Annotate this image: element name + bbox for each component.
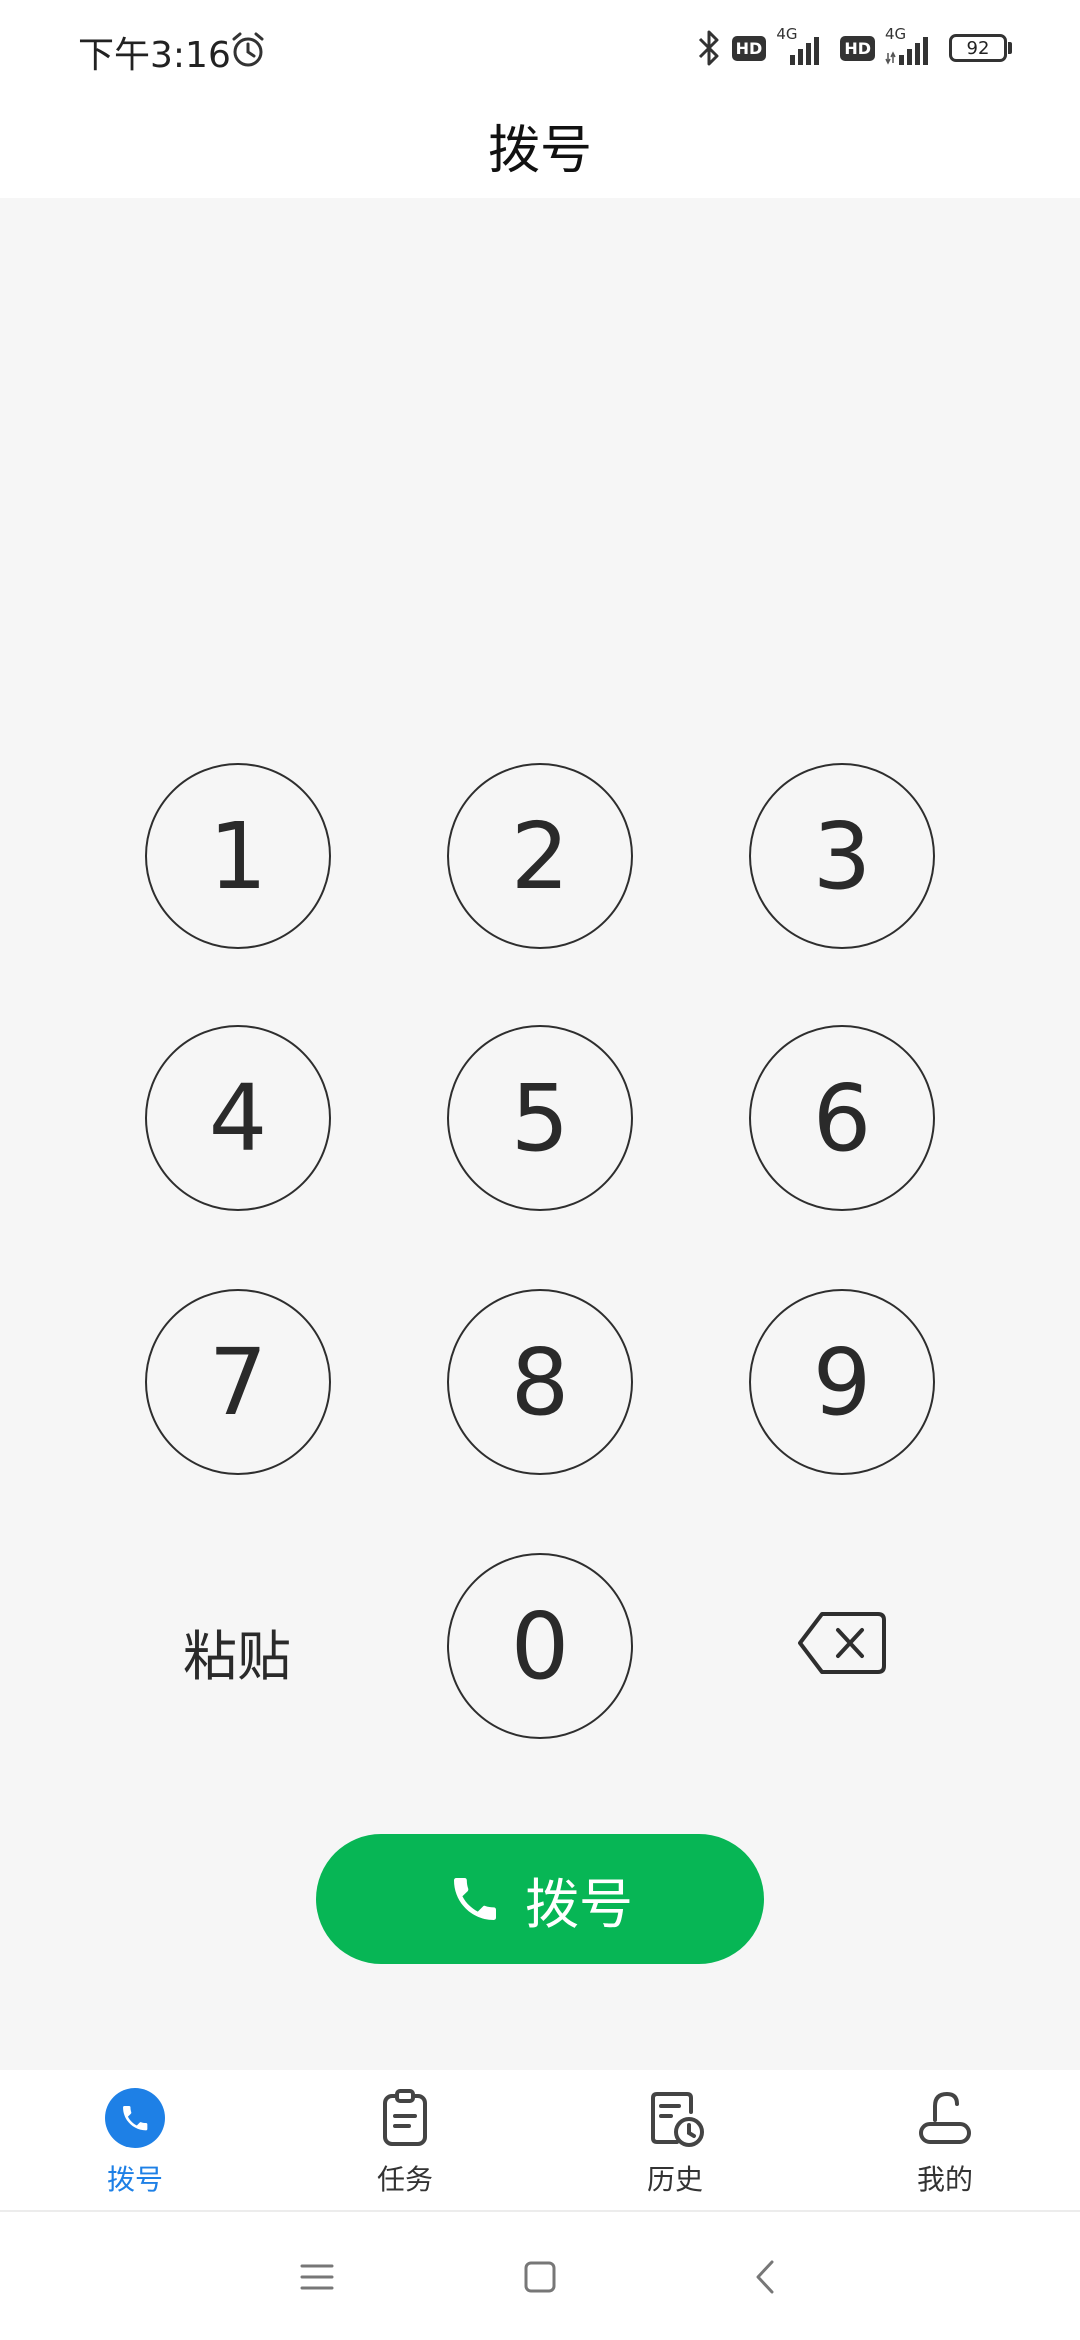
key-3[interactable]: 3 <box>749 763 935 949</box>
history-icon <box>651 2092 704 2147</box>
signal-icon-2: 4G <box>885 25 939 67</box>
home-icon[interactable] <box>515 2252 565 2302</box>
clipboard-icon <box>383 2089 427 2146</box>
key-7[interactable]: 7 <box>145 1289 331 1475</box>
signal-icon: 4G <box>776 25 830 67</box>
tab-tasks[interactable]: 任务 <box>325 2086 485 2198</box>
tab-dial-label: 拨号 <box>106 2163 163 2196</box>
key-1[interactable]: 1 <box>145 763 331 949</box>
status-right-group: HD 4G HD 4G 92 <box>696 25 1012 70</box>
tab-profile[interactable]: 我的 <box>865 2086 1025 2198</box>
bluetooth-icon <box>698 30 719 66</box>
battery-level: 92 <box>966 37 990 59</box>
call-button-label: 拨号 <box>525 1872 633 1936</box>
key-6[interactable]: 6 <box>749 1025 935 1211</box>
tab-dial[interactable]: 拨号 <box>55 2086 215 2198</box>
key-4[interactable]: 4 <box>145 1025 331 1211</box>
hd-badge: HD <box>731 35 767 61</box>
alarm-icon <box>232 32 264 67</box>
phone-icon <box>454 1878 496 1920</box>
battery-icon: 92 <box>949 34 1012 62</box>
bottom-tab-bar: 拨号 任务 历史 我的 <box>0 2070 1080 2210</box>
paste-button[interactable]: 粘贴 <box>142 1612 332 1688</box>
tab-history[interactable]: 历史 <box>595 2086 755 2198</box>
menu-icon[interactable] <box>292 2252 342 2302</box>
app-header: 拨号 <box>0 96 1080 198</box>
hd-badge-2: HD <box>840 35 875 61</box>
key-5[interactable]: 5 <box>447 1025 633 1211</box>
tab-history-label: 历史 <box>646 2163 703 2196</box>
backspace-icon[interactable] <box>796 1608 888 1678</box>
profile-icon <box>919 2091 971 2144</box>
status-time: 下午3:16 <box>78 35 231 76</box>
page-title: 拨号 <box>487 121 592 181</box>
key-8[interactable]: 8 <box>447 1289 633 1475</box>
status-bar: 下午3:16 HD 4G HD 4G 92 <box>0 0 1080 96</box>
back-icon[interactable] <box>742 2252 792 2302</box>
key-9[interactable]: 9 <box>749 1289 935 1475</box>
call-button[interactable]: 拨号 <box>316 1834 764 1964</box>
tab-profile-label: 我的 <box>916 2163 973 2196</box>
phone-icon <box>105 2088 165 2148</box>
tab-tasks-label: 任务 <box>376 2163 433 2196</box>
key-2[interactable]: 2 <box>447 763 633 949</box>
key-0[interactable]: 0 <box>447 1553 633 1739</box>
system-nav-bar <box>0 2212 1080 2340</box>
